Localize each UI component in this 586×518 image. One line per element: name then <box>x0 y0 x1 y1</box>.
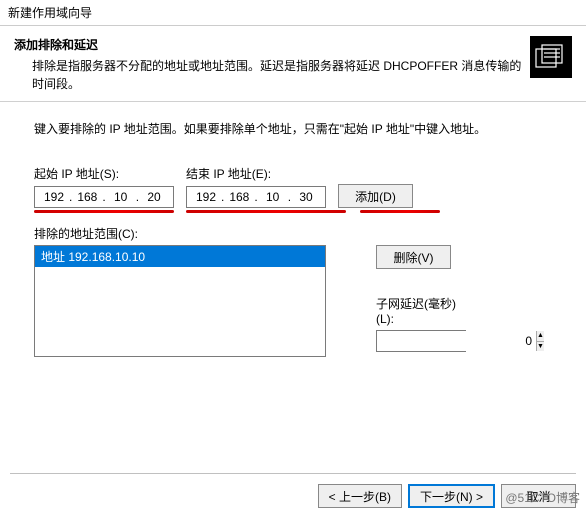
subnet-delay-input[interactable] <box>377 331 536 351</box>
start-ip-o1[interactable] <box>41 190 67 204</box>
start-ip-o3[interactable] <box>108 190 134 204</box>
end-ip-o3[interactable] <box>260 190 286 204</box>
spinner-up-icon[interactable]: ▲ <box>537 331 544 342</box>
end-ip-input[interactable]: . . . <box>186 186 326 208</box>
wizard-icon <box>530 36 572 78</box>
red-underline-icon <box>34 210 174 213</box>
end-ip-o2[interactable] <box>226 190 252 204</box>
subnet-delay-label: 子网延迟(毫秒)(L): <box>376 295 466 326</box>
cancel-button[interactable]: 取消 <box>501 484 576 508</box>
red-underline-icon <box>360 210 440 213</box>
end-ip-o1[interactable] <box>193 190 219 204</box>
window-title: 新建作用域向导 <box>0 0 586 26</box>
header-description: 排除是指服务器不分配的地址或地址范围。延迟是指服务器将延迟 DHCPOFFER … <box>14 57 522 93</box>
annotation-underlines <box>34 208 552 213</box>
add-button[interactable]: 添加(D) <box>338 184 413 208</box>
start-ip-o2[interactable] <box>74 190 100 204</box>
wizard-content: 键入要排除的 IP 地址范围。如果要排除单个地址，只需在"起始 IP 地址"中键… <box>0 102 586 367</box>
back-button[interactable]: < 上一步(B) <box>318 484 402 508</box>
list-item[interactable]: 地址 192.168.10.10 <box>35 246 325 267</box>
next-button[interactable]: 下一步(N) > <box>408 484 495 508</box>
end-ip-o4[interactable] <box>293 190 319 204</box>
red-underline-icon <box>186 210 346 213</box>
spinner-down-icon[interactable]: ▼ <box>537 342 544 352</box>
wizard-header: 添加排除和延迟 排除是指服务器不分配的地址或地址范围。延迟是指服务器将延迟 DH… <box>0 26 586 102</box>
excluded-listbox[interactable]: 地址 192.168.10.10 <box>34 245 326 357</box>
delete-button[interactable]: 删除(V) <box>376 245 451 269</box>
start-ip-input[interactable]: . . . <box>34 186 174 208</box>
subnet-delay-spinner[interactable]: ▲ ▼ <box>376 330 466 352</box>
wizard-footer: < 上一步(B) 下一步(N) > 取消 <box>10 473 576 508</box>
start-ip-o4[interactable] <box>141 190 167 204</box>
instruction-text: 键入要排除的 IP 地址范围。如果要排除单个地址，只需在"起始 IP 地址"中键… <box>34 120 552 137</box>
end-ip-label: 结束 IP 地址(E): <box>186 165 326 182</box>
excluded-range-label: 排除的地址范围(C): <box>34 225 552 242</box>
header-title: 添加排除和延迟 <box>14 36 522 53</box>
start-ip-label: 起始 IP 地址(S): <box>34 165 174 182</box>
